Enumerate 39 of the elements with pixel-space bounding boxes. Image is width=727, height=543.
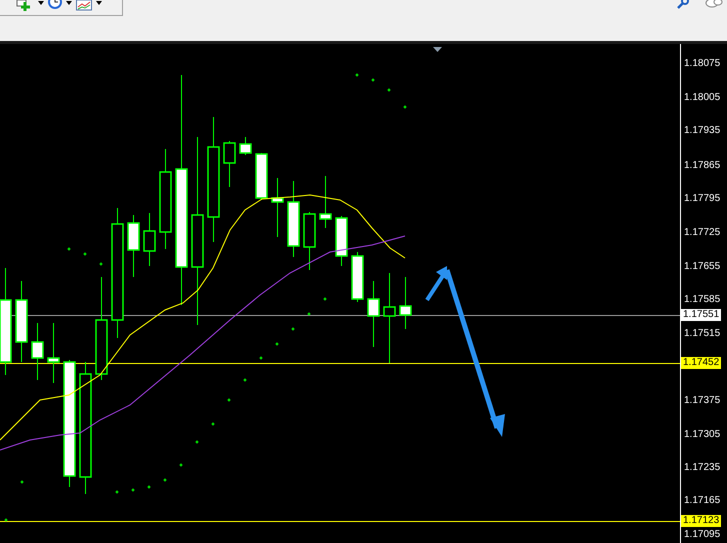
price-label: 1.18075: [684, 58, 720, 70]
candlestick: [47, 322, 60, 384]
candlestick: [255, 152, 268, 200]
candlestick: [223, 140, 236, 188]
price-label: 1.17305: [684, 429, 720, 441]
candlestick: [239, 136, 252, 156]
price-label: 1.17235: [684, 462, 720, 474]
candlestick: [127, 214, 140, 278]
candlestick: [335, 216, 348, 266]
caret-icon[interactable]: [38, 0, 44, 6]
price-label: 1.17165: [684, 495, 720, 507]
candlestick: [351, 252, 364, 302]
price-label: 1.17515: [684, 328, 720, 340]
caret-icon[interactable]: [96, 0, 102, 6]
price-label: 1.17725: [684, 227, 720, 239]
candlestick: [271, 178, 284, 238]
price-label: 1.18005: [684, 92, 720, 104]
price-label: 1.17585: [684, 294, 720, 306]
shift-marker-icon: [433, 47, 442, 52]
price-marker: 1.17452: [681, 357, 722, 369]
search-icon[interactable]: [677, 0, 689, 10]
price-label: 1.17865: [684, 160, 720, 172]
price-marker: 1.17123: [681, 515, 722, 527]
chart-template-icon[interactable]: [76, 0, 92, 11]
candlestick: [367, 280, 380, 348]
candlestick: [303, 212, 316, 270]
caret-icon[interactable]: [66, 0, 72, 6]
price-marker: 1.17551: [681, 309, 722, 321]
candlestick: [399, 276, 412, 330]
price-label: 1.17795: [684, 193, 720, 205]
candlestick: [319, 176, 332, 228]
clock-icon[interactable]: [48, 0, 62, 10]
chat-bubbles-icon[interactable]: [705, 0, 723, 10]
candlestick: [143, 212, 156, 266]
price-label: 1.17375: [684, 395, 720, 407]
price-label: 1.17935: [684, 125, 720, 137]
price-label: 1.17655: [684, 261, 720, 273]
candlestick: [31, 322, 44, 380]
price-label: 1.17095: [684, 529, 720, 541]
